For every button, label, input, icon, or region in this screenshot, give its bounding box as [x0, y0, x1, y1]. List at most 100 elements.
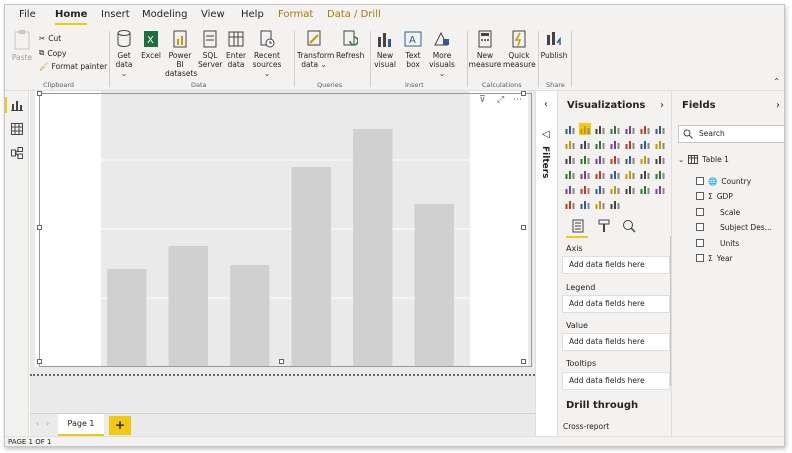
get-data-button[interactable]: Get data ⌄: [112, 29, 136, 78]
visual-type-33-icon[interactable]: [624, 183, 636, 195]
visual-type-14-icon[interactable]: [654, 138, 666, 150]
visual-type-39-icon[interactable]: [609, 198, 621, 210]
resize-handle-top-left[interactable]: [37, 91, 42, 96]
visual-type-13-icon[interactable]: [639, 138, 651, 150]
fields-well-icon[interactable]: [572, 219, 584, 233]
visual-type-6-icon[interactable]: [639, 123, 651, 135]
visual-type-5-icon[interactable]: [624, 123, 636, 135]
field-subject-descriptor[interactable]: Subject Des...: [696, 221, 772, 233]
chevron-right-icon[interactable]: ›: [660, 100, 664, 111]
visual-type-22-icon[interactable]: [564, 168, 576, 180]
enter-data-button[interactable]: Enter data: [226, 29, 246, 69]
analytics-icon[interactable]: [622, 219, 636, 233]
filters-pane-collapsed[interactable]: ‹ ◁ Filters: [535, 91, 557, 436]
field-checkbox[interactable]: [696, 254, 704, 262]
tab-format[interactable]: Format: [278, 9, 313, 20]
visual-type-11-icon[interactable]: [609, 138, 621, 150]
page-tab-1[interactable]: Page 1: [58, 414, 104, 436]
format-painter-button[interactable]: 🖌 Format painter: [39, 62, 107, 71]
visual-type-12-icon[interactable]: [624, 138, 636, 150]
transform-data-button[interactable]: Transform data ⌄: [297, 29, 334, 69]
recent-sources-button[interactable]: Recent sources ⌄: [250, 29, 284, 78]
visual-type-20-icon[interactable]: [639, 153, 651, 165]
publish-button[interactable]: Publish: [540, 29, 568, 60]
sql-server-button[interactable]: SQL Server: [198, 29, 223, 69]
visual-type-3-icon[interactable]: [594, 123, 606, 135]
visual-type-30-icon[interactable]: [579, 183, 591, 195]
new-measure-button[interactable]: New measure: [468, 29, 502, 69]
report-view-icon[interactable]: [11, 99, 23, 111]
visual-type-7-icon[interactable]: [654, 123, 666, 135]
data-view-icon[interactable]: [11, 123, 23, 135]
visual-type-10-icon[interactable]: [594, 138, 606, 150]
collapse-ribbon-icon[interactable]: ⌃: [773, 77, 780, 86]
field-year[interactable]: Σ Year: [696, 252, 733, 264]
new-visual-button[interactable]: New visual: [373, 29, 397, 69]
resize-handle-bottom-left[interactable]: [37, 359, 42, 364]
collapse-left-icon[interactable]: ‹: [544, 99, 548, 110]
value-drop-zone[interactable]: Add data fields here: [562, 333, 670, 351]
resize-handle-bottom[interactable]: [279, 359, 284, 364]
visual-type-26-icon[interactable]: [624, 168, 636, 180]
visual-type-29-icon[interactable]: [564, 183, 576, 195]
visual-type-27-icon[interactable]: [639, 168, 651, 180]
field-units[interactable]: Units: [696, 237, 739, 249]
expand-filters-icon[interactable]: ◁: [542, 129, 550, 140]
more-options-icon[interactable]: ⋯: [513, 95, 522, 105]
tab-home[interactable]: Home: [55, 9, 88, 25]
fields-search-input[interactable]: Search: [678, 125, 784, 143]
field-scale[interactable]: Scale: [696, 206, 740, 218]
tab-help[interactable]: Help: [241, 9, 264, 20]
visual-type-35-icon[interactable]: [654, 183, 666, 195]
field-checkbox[interactable]: [696, 192, 704, 200]
more-visuals-button[interactable]: More visuals ⌄: [427, 29, 457, 78]
chevron-right-icon[interactable]: ›: [776, 100, 780, 111]
field-checkbox[interactable]: [696, 177, 704, 185]
prev-page-icon[interactable]: ‹: [36, 419, 39, 428]
tab-view[interactable]: View: [201, 9, 225, 20]
add-page-button[interactable]: +: [109, 416, 131, 435]
axis-drop-zone[interactable]: Add data fields here: [562, 256, 670, 274]
visual-type-4-icon[interactable]: [609, 123, 621, 135]
visual-type-17-icon[interactable]: [594, 153, 606, 165]
field-country[interactable]: 🌐 Country: [696, 175, 751, 187]
visual-type-2-icon[interactable]: [579, 123, 591, 135]
field-checkbox[interactable]: [696, 223, 704, 231]
visual-type-34-icon[interactable]: [639, 183, 651, 195]
visual-type-37-icon[interactable]: [579, 198, 591, 210]
filter-icon[interactable]: ⊽: [479, 95, 486, 105]
resize-handle-bottom-right[interactable]: [521, 359, 526, 364]
visual-type-8-icon[interactable]: [564, 138, 576, 150]
text-box-button[interactable]: A Text box: [402, 29, 424, 69]
visual-type-9-icon[interactable]: [579, 138, 591, 150]
table-node[interactable]: ⌄ Table 1: [678, 155, 729, 164]
visual-type-28-icon[interactable]: [654, 168, 666, 180]
visual-type-19-icon[interactable]: [624, 153, 636, 165]
quick-measure-button[interactable]: Quick measure: [503, 29, 536, 69]
visual-type-21-icon[interactable]: [654, 153, 666, 165]
paste-button[interactable]: Paste: [11, 29, 33, 62]
copy-button[interactable]: ⧉ Copy: [39, 48, 66, 58]
legend-drop-zone[interactable]: Add data fields here: [562, 295, 670, 313]
visual-type-16-icon[interactable]: [579, 153, 591, 165]
tooltips-drop-zone[interactable]: Add data fields here: [562, 372, 670, 390]
resize-handle-right[interactable]: [521, 225, 526, 230]
tab-modeling[interactable]: Modeling: [142, 9, 188, 20]
visual-type-25-icon[interactable]: [609, 168, 621, 180]
paint-roller-icon[interactable]: [598, 219, 610, 233]
field-checkbox[interactable]: [696, 208, 704, 216]
model-view-icon[interactable]: [11, 147, 23, 159]
tab-data-drill[interactable]: Data / Drill: [327, 9, 381, 20]
tab-file[interactable]: File: [19, 9, 36, 20]
visual-type-15-icon[interactable]: [564, 153, 576, 165]
visual-type-24-icon[interactable]: [594, 168, 606, 180]
visual-type-23-icon[interactable]: [579, 168, 591, 180]
visual-type-31-icon[interactable]: [594, 183, 606, 195]
excel-button[interactable]: X Excel: [140, 29, 162, 60]
visual-type-36-icon[interactable]: [564, 198, 576, 210]
field-gdp[interactable]: Σ GDP: [696, 190, 733, 202]
cut-button[interactable]: ✂ Cut: [39, 34, 61, 43]
field-checkbox[interactable]: [696, 239, 704, 247]
refresh-button[interactable]: Refresh: [336, 29, 364, 60]
visual-type-32-icon[interactable]: [609, 183, 621, 195]
